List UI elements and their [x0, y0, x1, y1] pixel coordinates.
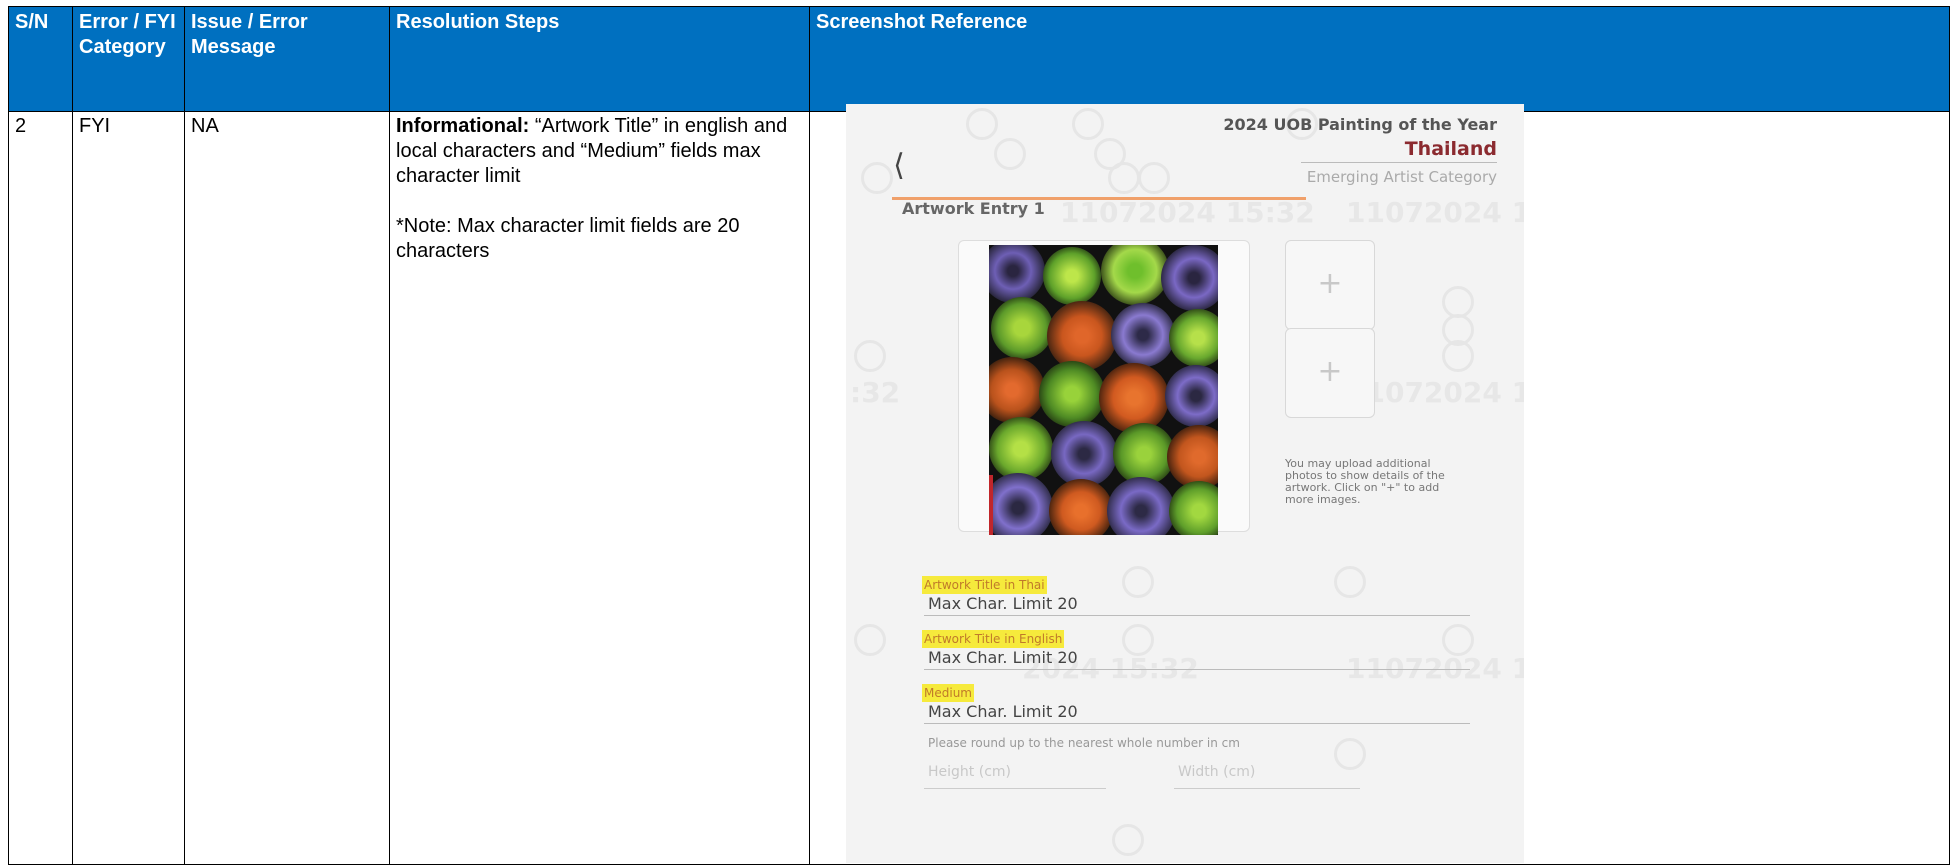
header-issue: Issue / Error Message — [184, 6, 390, 112]
artwork-flower — [1047, 301, 1117, 371]
bg-ring — [1138, 162, 1170, 194]
artwork-flower — [1165, 365, 1218, 427]
height-input[interactable]: Height (cm) — [928, 764, 1011, 780]
upload-note: You may upload additional photos to show… — [1285, 457, 1445, 506]
dimension-hint: Please round up to the nearest whole num… — [928, 736, 1240, 750]
artwork-flower — [1169, 309, 1218, 367]
artwork-image — [989, 245, 1218, 535]
width-underline — [1174, 788, 1360, 789]
artwork-flower — [1107, 477, 1175, 535]
artwork-flower — [991, 297, 1053, 359]
artwork-title-thai-input[interactable]: Max Char. Limit 20 — [928, 594, 1078, 613]
table-header-row: S/N Error / FYI Category Issue / Error M… — [8, 6, 1950, 112]
artwork-flower — [1113, 423, 1175, 485]
artwork-flower — [1039, 361, 1105, 427]
artwork-flower — [1101, 245, 1169, 305]
field-label-medium: Medium — [922, 684, 974, 702]
cell-issue: NA — [184, 111, 390, 865]
bg-ring — [966, 108, 998, 140]
artwork-flower — [1111, 303, 1175, 367]
artwork-photo-frame[interactable] — [958, 240, 1250, 535]
watermark: 11072024 15:32 — [1060, 196, 1315, 229]
category-label: Emerging Artist Category — [1306, 168, 1497, 186]
header-screenshot: Screenshot Reference — [809, 6, 1950, 112]
width-input[interactable]: Width (cm) — [1178, 764, 1255, 780]
artwork-flower — [1043, 247, 1101, 305]
cell-sn: 2 — [8, 111, 73, 865]
artwork-flower — [1167, 425, 1218, 489]
artwork-flower — [989, 245, 1045, 303]
add-photo-button[interactable]: + — [1285, 328, 1375, 418]
artwork-entry-title: Artwork Entry 1 — [902, 199, 1045, 218]
field-label-title-english: Artwork Title in English — [922, 630, 1065, 648]
bg-ring — [1108, 162, 1140, 194]
header-resolution: Resolution Steps — [389, 6, 810, 112]
artwork-flower — [989, 357, 1045, 423]
header-divider — [1301, 162, 1497, 163]
header-category: Error / FYI Category — [72, 6, 185, 112]
artwork-flower — [989, 417, 1053, 481]
resolution-note: *Note: Max character limit fields are 20… — [396, 215, 740, 262]
bg-ring — [1122, 566, 1154, 598]
bg-ring — [1072, 108, 1104, 140]
bg-ring — [854, 624, 886, 656]
app-screenshot: 11072024 15:32 11072024 15:32 :32 110720… — [846, 104, 1524, 863]
bg-ring — [1122, 624, 1154, 656]
bg-ring — [1112, 824, 1144, 856]
resolution-text: Informational: “Artwork Title” in englis… — [396, 114, 803, 189]
bg-ring — [994, 138, 1026, 170]
artwork-flower — [1099, 363, 1169, 433]
artwork-title-english-input[interactable]: Max Char. Limit 20 — [928, 648, 1078, 667]
bg-ring — [1334, 738, 1366, 770]
bg-ring — [1442, 624, 1474, 656]
artwork-flower — [1169, 481, 1218, 535]
watermark: :32 — [850, 376, 901, 409]
medium-input[interactable]: Max Char. Limit 20 — [928, 702, 1078, 721]
field-underline — [924, 669, 1470, 670]
artwork-edge — [989, 475, 993, 535]
artwork-flower — [1161, 245, 1218, 311]
country-label: Thailand — [1404, 138, 1497, 160]
artwork-flower — [1051, 421, 1117, 487]
artwork-flower — [1049, 479, 1113, 535]
watermark: 11072024 15:32 — [1346, 196, 1524, 229]
add-photo-button[interactable]: + — [1285, 240, 1375, 330]
artwork-flower — [989, 473, 1053, 535]
bg-ring — [1442, 340, 1474, 372]
bg-ring — [854, 340, 886, 372]
header-sn: S/N — [8, 6, 73, 112]
field-label-title-thai: Artwork Title in Thai — [922, 576, 1047, 594]
competition-title: 2024 UOB Painting of the Year — [1223, 115, 1497, 134]
chevron-left-icon[interactable]: ⟨ — [884, 148, 914, 184]
cell-category: FYI — [72, 111, 185, 865]
field-underline — [924, 615, 1470, 616]
cell-resolution: Informational: “Artwork Title” in englis… — [389, 111, 810, 865]
resolution-bold-label: Informational: — [396, 115, 530, 137]
field-underline — [924, 723, 1470, 724]
height-underline — [924, 788, 1106, 789]
bg-ring — [1334, 566, 1366, 598]
